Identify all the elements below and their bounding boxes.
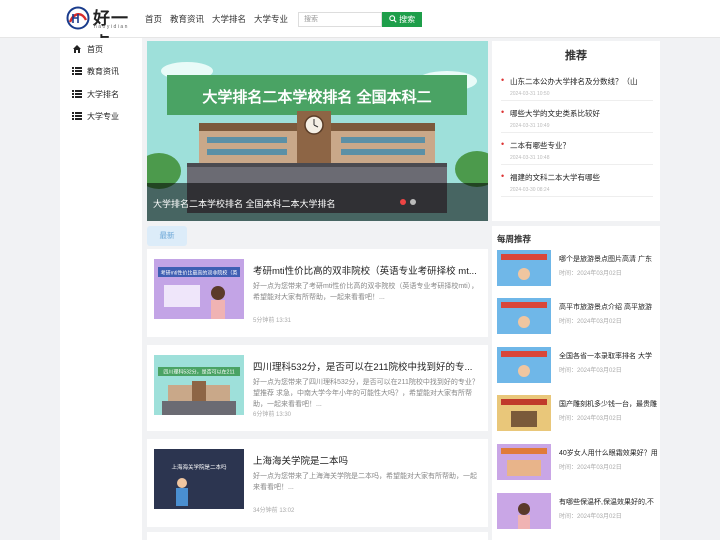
weekly-item-date: 时间：2024年03月02日 xyxy=(559,319,622,325)
nav-home[interactable]: 首页 xyxy=(145,13,162,25)
home-icon xyxy=(73,45,81,53)
weekly-item[interactable]: 哪个是旅游景点图片高清 广东 时间：2024年03月02日 xyxy=(497,250,657,286)
article-card[interactable]: 上海海关学院是二本吗 上海海关学院是二本吗 好一点为您带来了上海海关学院是二本吗… xyxy=(147,439,488,527)
recommend-item[interactable]: 二本有哪些专业？ 2024-03-31 10:48 xyxy=(501,140,653,165)
weekly-item[interactable]: 有哪些保温杯,保温效果好的,不 时间：2024年03月02日 xyxy=(497,493,657,529)
article-description: 好一点为您带来了四川理科532分，是否可以在211院校中找到好的专业？望推荐 求… xyxy=(253,379,479,408)
article-time: 6分钟前 13:30 xyxy=(253,412,292,418)
divider xyxy=(501,132,653,133)
divider xyxy=(501,196,653,197)
weekly-item-date: 时间：2024年03月02日 xyxy=(559,368,622,374)
nav-education-news[interactable]: 教育资讯 xyxy=(170,13,204,25)
list-icon xyxy=(72,112,82,120)
weekly-item-title[interactable]: 哪个是旅游景点图片高清 广东 xyxy=(559,254,657,264)
recommend-panel: 推荐 山东二本公办大学排名及分数线？（山 2024-03-31 10:50 哪些… xyxy=(492,41,660,221)
search-icon xyxy=(389,15,397,23)
article-time: 34分钟前 13:02 xyxy=(253,508,295,514)
recommend-item[interactable]: 山东二本公办大学排名及分数线？（山 2024-03-31 10:50 xyxy=(501,76,653,101)
weekly-title: 每周推荐 xyxy=(497,234,532,244)
recommend-item-date: 2024-03-30 08:24 xyxy=(510,187,550,193)
sidebar-item-university-majors[interactable]: 大学专业 xyxy=(60,105,142,127)
top-bar: 好一点 haoyidian 首页 教育资讯 大学排名 大学专业 搜索 搜索 xyxy=(0,0,720,54)
main-nav: 首页 教育资讯 大学排名 大学专业 xyxy=(145,13,288,25)
weekly-thumbnail[interactable] xyxy=(497,395,551,431)
recommend-item-title[interactable]: 福建的文科二本大学有哪些 xyxy=(501,172,653,183)
nav-university-ranking[interactable]: 大学排名 xyxy=(212,13,246,25)
thumbnail-text: 四川理科532分，是否可以在211 xyxy=(163,369,235,376)
weekly-item-date: 时间：2024年03月02日 xyxy=(559,514,622,520)
divider xyxy=(501,164,653,165)
sidebar-item-home[interactable]: 首页 xyxy=(60,38,142,60)
article-description: 好一点为您带来了考研mti性价比高的双非院校（英语专业考研择校mti），希望能对… xyxy=(253,283,479,301)
recommend-item[interactable]: 福建的文科二本大学有哪些 2024-03-30 08:24 xyxy=(501,172,653,197)
weekly-thumbnail[interactable] xyxy=(497,347,551,383)
weekly-item[interactable]: 高平市旅游景点介绍 高平旅游 时间：2024年03月02日 xyxy=(497,298,657,334)
recommend-item-title[interactable]: 哪些大学的文史类系比较好 xyxy=(501,108,653,119)
divider xyxy=(501,100,653,101)
sidebar-item-label: 首页 xyxy=(87,44,103,54)
nav-university-majors[interactable]: 大学专业 xyxy=(254,13,288,25)
weekly-panel: 每周推荐 哪个是旅游景点图片高清 广东 时间：2024年03月02日 高平市旅游… xyxy=(492,226,660,540)
recommend-item-date: 2024-03-31 10:50 xyxy=(510,91,550,97)
article-description: 好一点为您带来了上海海关学院是二本吗，希望能对大家有所帮助，一起来看看吧！... xyxy=(253,473,477,491)
article-title[interactable]: 四川理科532分，是否可以在211院校中找到好的专... xyxy=(253,359,481,373)
recommend-item-date: 2024-03-31 10:48 xyxy=(510,155,550,161)
article-card xyxy=(147,532,488,540)
sidebar-item-label: 教育资讯 xyxy=(87,66,119,76)
sidebar-item-label: 大学专业 xyxy=(87,111,119,121)
article-thumbnail[interactable]: 四川理科532分，是否可以在211 xyxy=(154,355,244,415)
banner-text: 大学排名二本学校排名 全国本科二 xyxy=(202,88,431,106)
article-thumbnail[interactable]: 考研mti性价比最高的双非院校（英 xyxy=(154,259,244,319)
recommend-title: 推荐 xyxy=(565,50,587,62)
slider-caption: 大学排名二本学校排名 全国本科二本大学排名 xyxy=(147,183,488,221)
sidebar-item-label: 大学排名 xyxy=(87,89,119,99)
weekly-thumbnail[interactable] xyxy=(497,444,551,480)
recommend-item-title[interactable]: 二本有哪些专业？ xyxy=(501,140,653,151)
article-card[interactable]: 四川理科532分，是否可以在211 四川理科532分，是否可以在211院校中找到… xyxy=(147,345,488,431)
logo-subtext: haoyidian xyxy=(94,24,129,30)
hero-slider[interactable]: 大学排名二本学校排名 全国本科二 大学排名二本学校排名 全国本科二本大学排名 xyxy=(147,41,488,221)
weekly-item-title[interactable]: 40岁女人用什么眼霜效果好？用 xyxy=(559,448,657,458)
search-button-label: 搜索 xyxy=(399,15,416,24)
recommend-item-date: 2024-03-31 10:49 xyxy=(510,123,550,129)
weekly-item[interactable]: 40岁女人用什么眼霜效果好？用 时间：2024年03月02日 xyxy=(497,444,657,480)
weekly-thumbnail[interactable] xyxy=(497,250,551,286)
search-button[interactable]: 搜索 xyxy=(382,12,422,27)
article-time: 5分钟前 13:31 xyxy=(253,318,292,324)
article-card[interactable]: 考研mti性价比最高的双非院校（英 考研mti性价比高的双非院校（英语专业考研择… xyxy=(147,249,488,337)
article-title[interactable]: 上海海关学院是二本吗 xyxy=(253,453,481,467)
weekly-item-title[interactable]: 有哪些保温杯,保温效果好的,不 xyxy=(559,497,657,507)
recommend-item-title[interactable]: 山东二本公办大学排名及分数线？（山 xyxy=(501,76,653,87)
weekly-thumbnail[interactable] xyxy=(497,298,551,334)
weekly-item-date: 时间：2024年03月02日 xyxy=(559,465,622,471)
search-input[interactable]: 搜索 xyxy=(298,12,382,27)
thumbnail-text: 上海海关学院是二本吗 xyxy=(171,463,227,471)
slider-dot-active[interactable] xyxy=(400,199,406,205)
site-logo[interactable]: 好一点 haoyidian xyxy=(66,4,140,54)
article-thumbnail[interactable]: 上海海关学院是二本吗 xyxy=(154,449,244,509)
sidebar-item-education-news[interactable]: 教育资讯 xyxy=(60,60,142,82)
weekly-item[interactable]: 全国各省一本录取率排名 大学 时间：2024年03月02日 xyxy=(497,347,657,383)
weekly-item-title[interactable]: 高平市旅游景点介绍 高平旅游 xyxy=(559,302,657,312)
logo-mark-icon xyxy=(66,6,90,30)
sidebar-item-university-ranking[interactable]: 大学排名 xyxy=(60,83,142,105)
thumbnail-text: 考研mti性价比最高的双非院校（英 xyxy=(161,270,238,277)
weekly-item[interactable]: 国产雕刻机多少钱一台，最贵雕 时间：2024年03月02日 xyxy=(497,395,657,431)
weekly-item-title[interactable]: 国产雕刻机多少钱一台，最贵雕 xyxy=(559,399,657,409)
slider-dots xyxy=(400,199,416,205)
article-title[interactable]: 考研mti性价比高的双非院校（英语专业考研择校 mt... xyxy=(253,263,481,277)
weekly-item-date: 时间：2024年03月02日 xyxy=(559,416,622,422)
recommend-item[interactable]: 哪些大学的文史类系比较好 2024-03-31 10:49 xyxy=(501,108,653,133)
sidebar: 首页 教育资讯 大学排名 大学专业 xyxy=(60,38,142,540)
slider-dot[interactable] xyxy=(410,199,416,205)
list-icon xyxy=(72,67,82,75)
article-tabs: 最新 xyxy=(147,224,488,246)
list-icon xyxy=(72,90,82,98)
weekly-item-title[interactable]: 全国各省一本录取率排名 大学 xyxy=(559,351,657,361)
weekly-thumbnail[interactable] xyxy=(497,493,551,529)
tab-latest[interactable]: 最新 xyxy=(147,226,187,246)
weekly-item-date: 时间：2024年03月02日 xyxy=(559,271,622,277)
